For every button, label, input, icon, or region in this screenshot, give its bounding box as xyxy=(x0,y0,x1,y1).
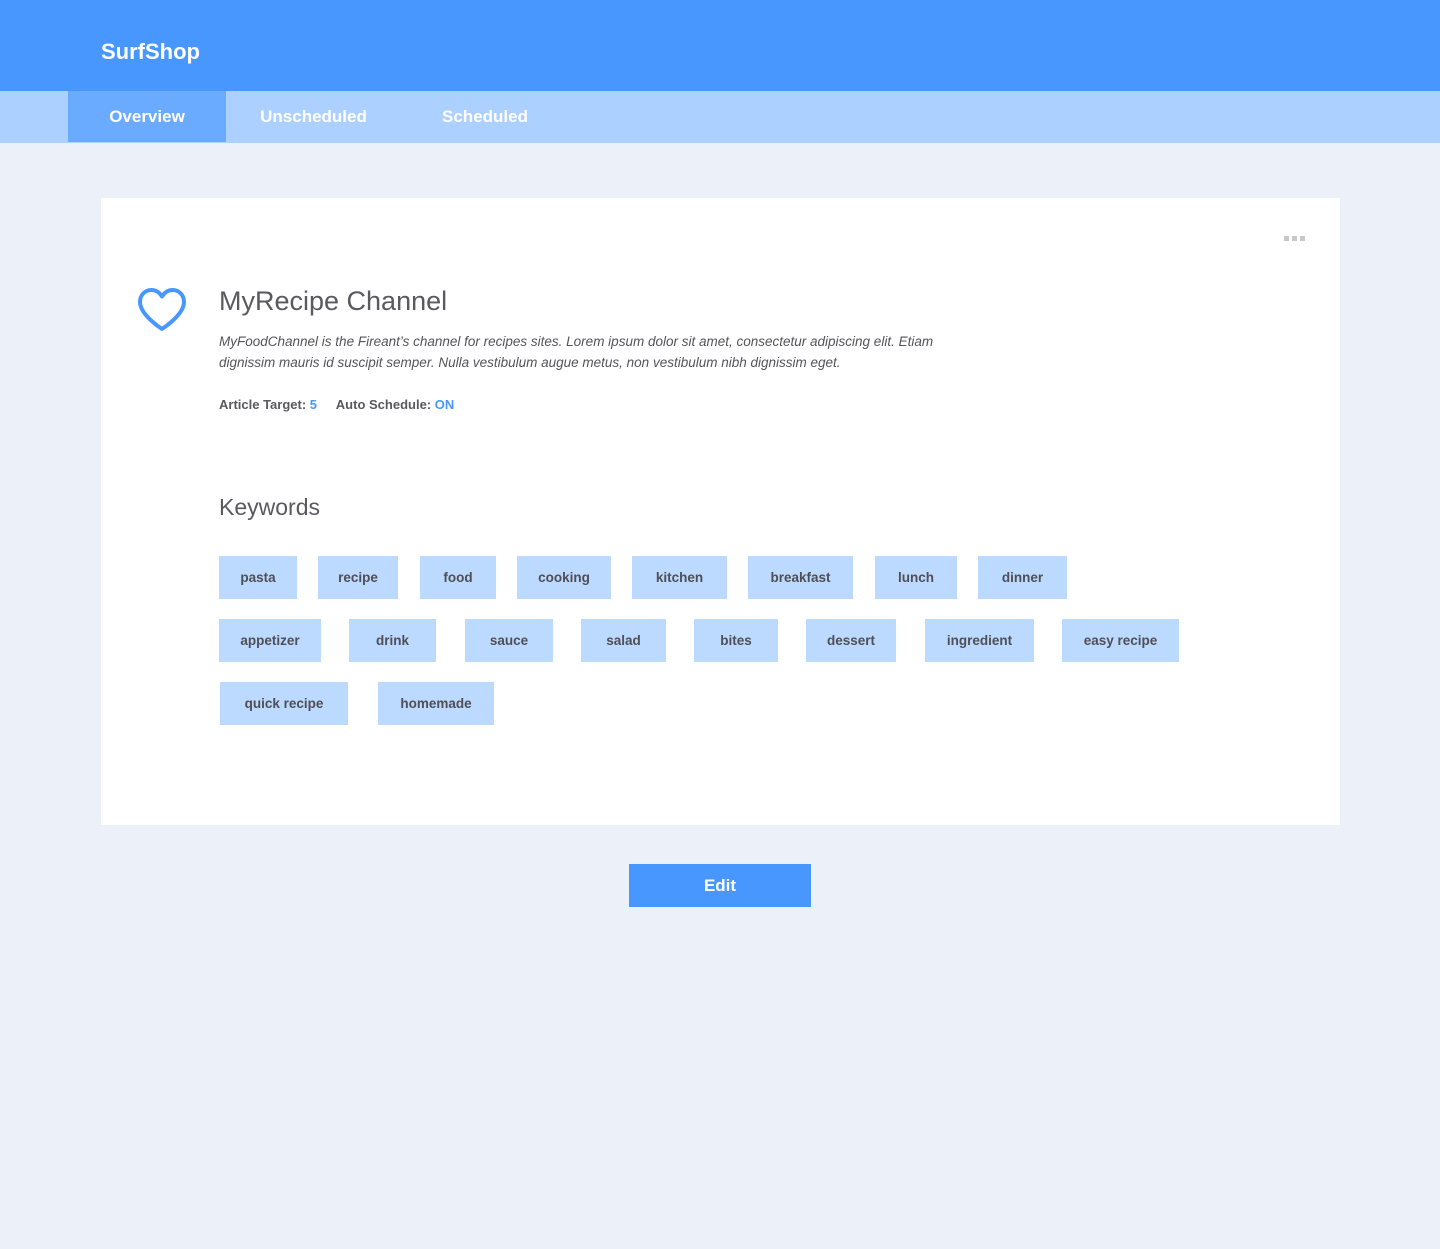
channel-card: MyRecipe Channel MyFoodChannel is the Fi… xyxy=(101,198,1340,825)
keyword-tag[interactable]: food xyxy=(420,556,496,599)
keyword-tag[interactable]: drink xyxy=(349,619,436,662)
keyword-tag[interactable]: lunch xyxy=(875,556,957,599)
article-target-value: 5 xyxy=(309,397,318,412)
more-options-icon[interactable] xyxy=(1284,236,1306,244)
tab-bar: Overview Unscheduled Scheduled xyxy=(0,91,1440,143)
more-dot xyxy=(1300,236,1305,241)
channel-description: MyFoodChannel is the Fireant’s channel f… xyxy=(219,334,934,370)
more-dot xyxy=(1284,236,1289,241)
keyword-tag[interactable]: dessert xyxy=(806,619,896,662)
keyword-tag[interactable]: dinner xyxy=(978,556,1067,599)
brand-logo-text[interactable]: SurfShop xyxy=(101,37,200,67)
keyword-tag[interactable]: ingredient xyxy=(925,619,1034,662)
auto-schedule-label: Auto Schedule: xyxy=(335,397,432,412)
keyword-tag[interactable]: pasta xyxy=(219,556,297,599)
keyword-tag[interactable]: homemade xyxy=(378,682,494,725)
keyword-tag[interactable]: appetizer xyxy=(219,619,321,662)
channel-settings-summary: Article Target: 5 Auto Schedule: ON xyxy=(219,396,454,414)
keyword-tag[interactable]: easy recipe xyxy=(1062,619,1179,662)
auto-schedule-value: ON xyxy=(434,397,455,412)
keyword-tag[interactable]: cooking xyxy=(517,556,611,599)
article-target-label: Article Target: xyxy=(219,397,307,412)
top-navigation-bar: SurfShop xyxy=(0,0,1440,91)
heart-icon[interactable] xyxy=(135,286,189,334)
tab-overview[interactable]: Overview xyxy=(68,91,226,142)
keyword-tag[interactable]: salad xyxy=(581,619,666,662)
keyword-tag[interactable]: breakfast xyxy=(748,556,853,599)
keyword-tag[interactable]: recipe xyxy=(318,556,398,599)
more-dot xyxy=(1292,236,1297,241)
edit-button[interactable]: Edit xyxy=(629,864,811,907)
keyword-tag[interactable]: kitchen xyxy=(632,556,727,599)
keywords-heading: Keywords xyxy=(219,494,320,520)
keyword-tag[interactable]: quick recipe xyxy=(220,682,348,725)
tab-scheduled[interactable]: Scheduled xyxy=(401,91,569,142)
tab-unscheduled[interactable]: Unscheduled xyxy=(226,91,401,142)
keyword-tag[interactable]: bites xyxy=(694,619,778,662)
channel-title: MyRecipe Channel xyxy=(219,286,448,316)
keyword-tag[interactable]: sauce xyxy=(465,619,553,662)
